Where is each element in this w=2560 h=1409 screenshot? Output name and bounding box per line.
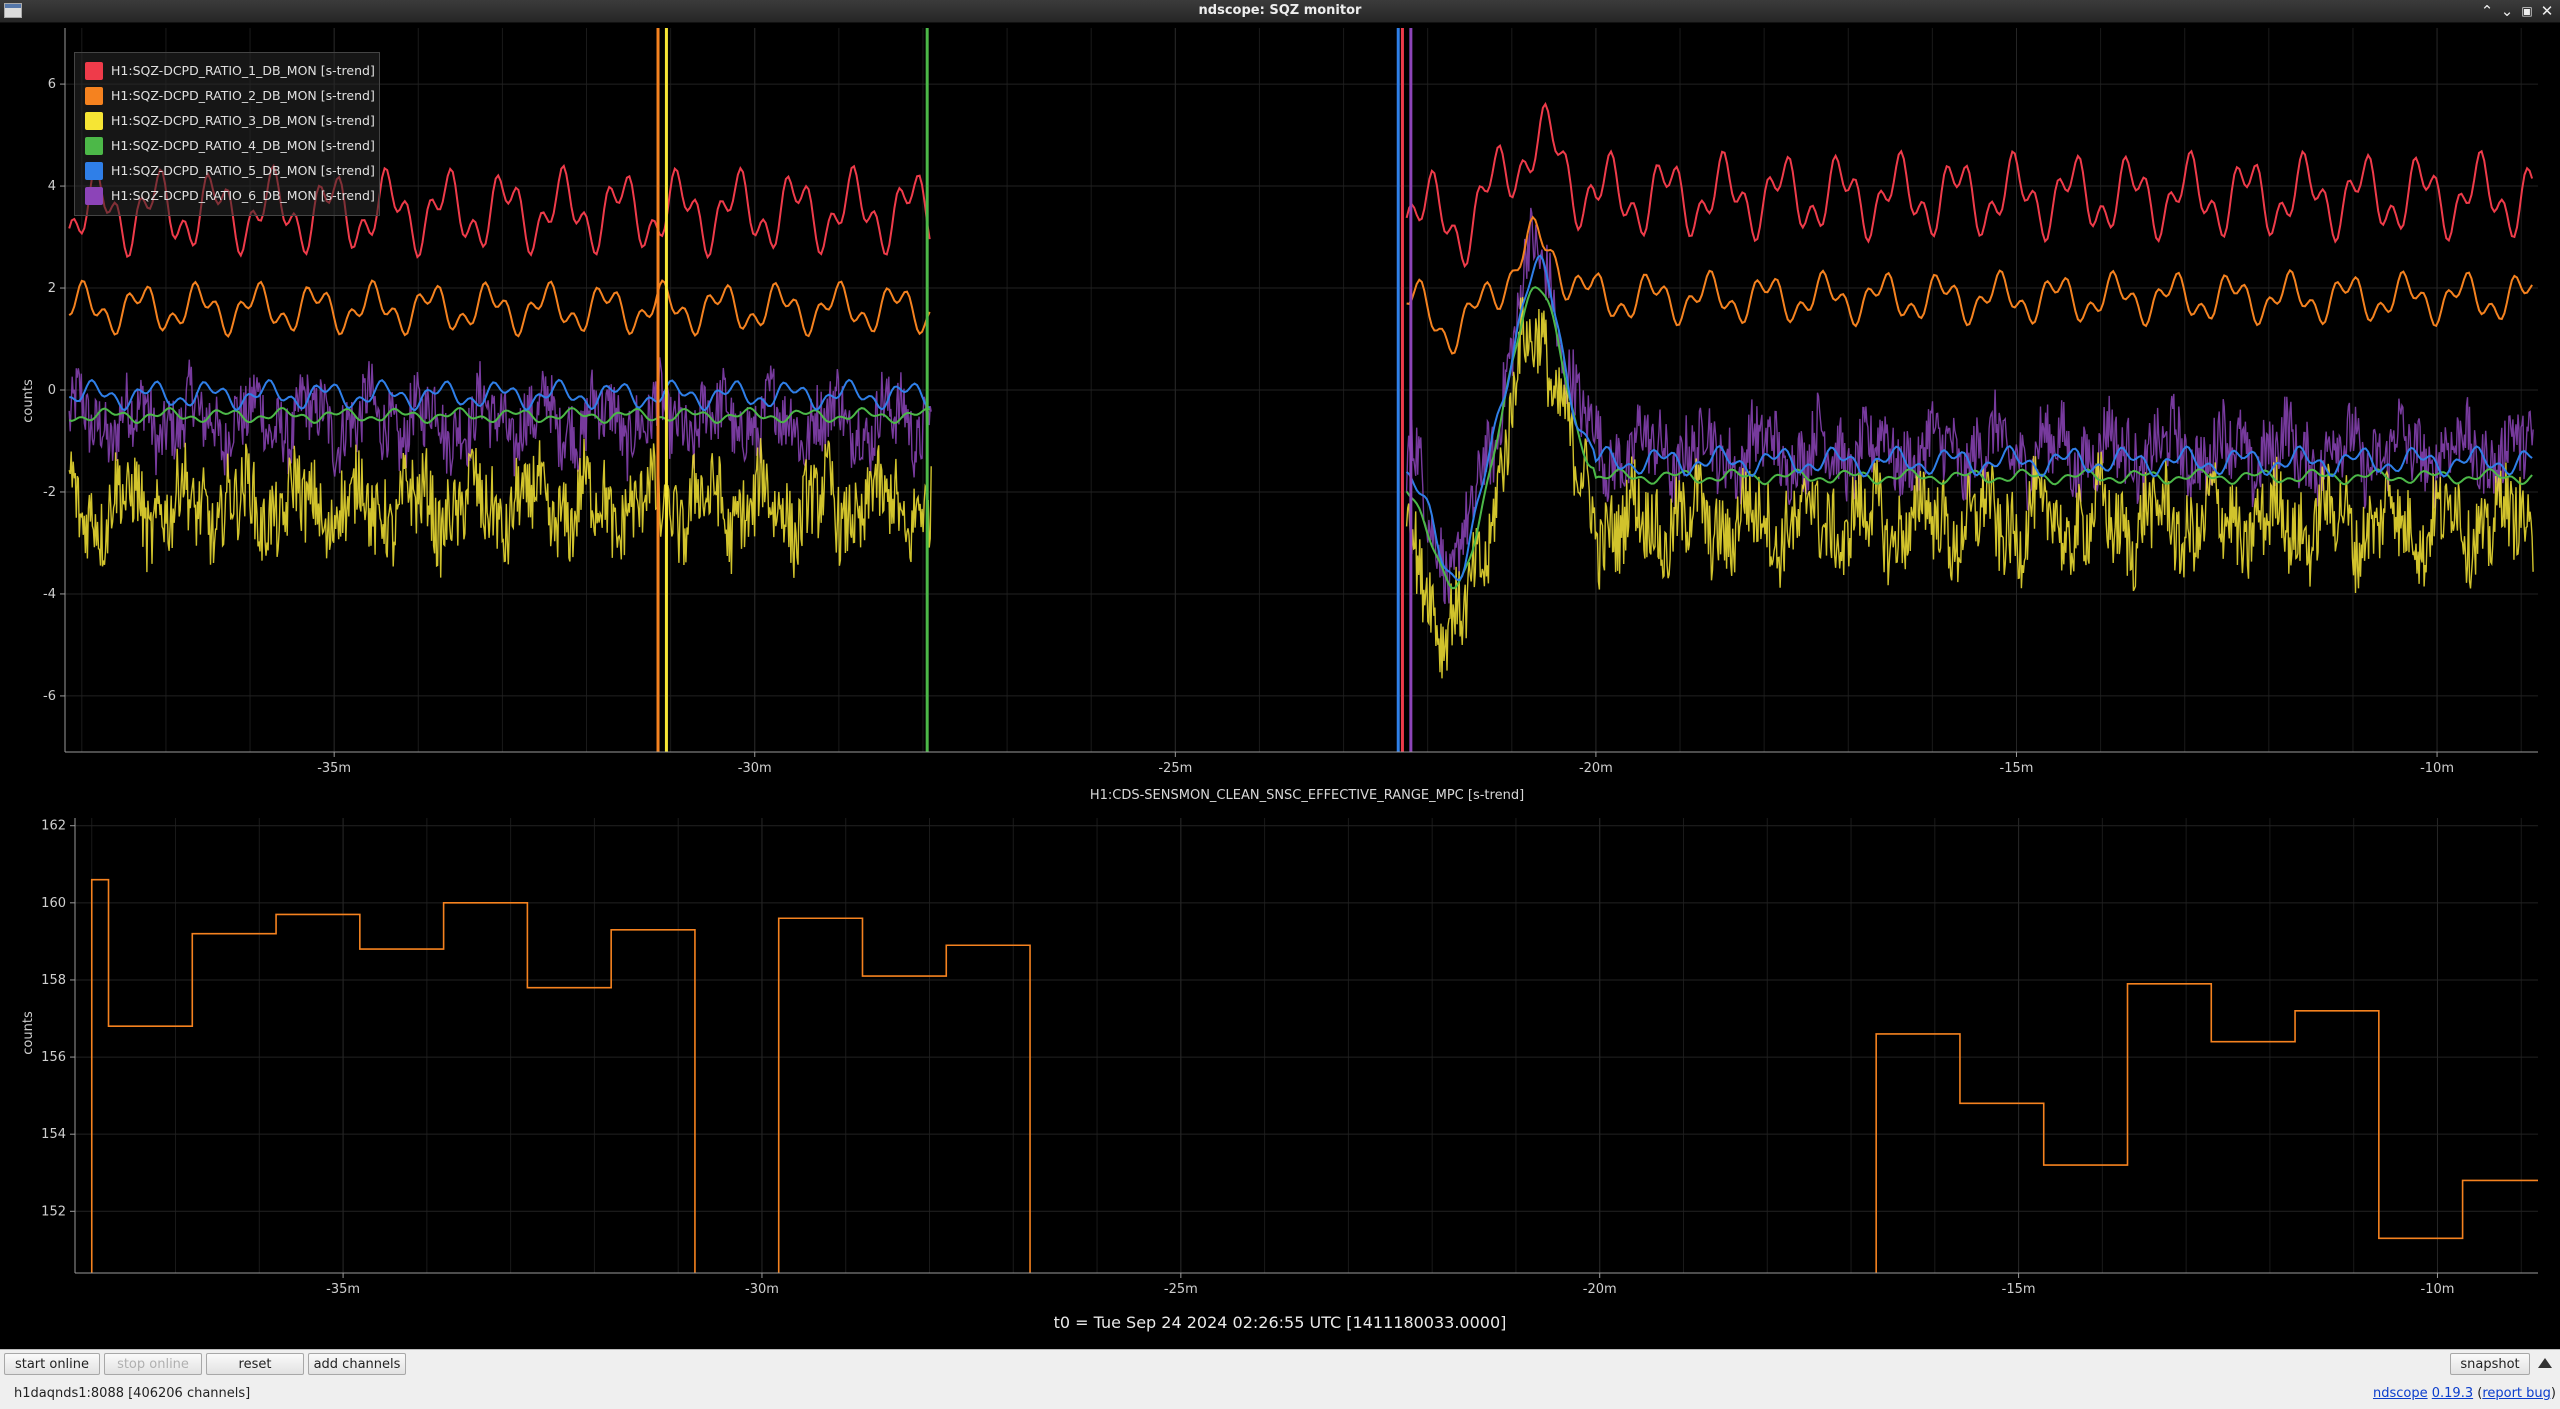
top-y-tick-label: 6 bbox=[48, 77, 56, 92]
series-line bbox=[1406, 215, 2533, 355]
bottom-x-tick-label: -35m bbox=[326, 1282, 360, 1297]
server-status: h1daqnds1:8088 [406206 channels] bbox=[14, 1386, 251, 1401]
legend-label: H1:SQZ-DCPD_RATIO_4_DB_MON [s-trend] bbox=[111, 138, 375, 153]
top-plot[interactable]: -6 -4 -2 0 2 4 6 -35m -30m -25m -20m -15m -10m count… bbox=[0, 23, 2560, 783]
reset-button[interactable]: reset bbox=[206, 1353, 304, 1375]
legend-swatch bbox=[85, 87, 103, 105]
legend-label: H1:SQZ-DCPD_RATIO_6_DB_MON [s-trend] bbox=[111, 188, 375, 203]
legend-swatch bbox=[85, 162, 103, 180]
legend-label: H1:SQZ-DCPD_RATIO_3_DB_MON [s-trend] bbox=[111, 113, 375, 128]
t0-label: t0 = Tue Sep 24 2024 02:26:55 UTC [14111… bbox=[1053, 1313, 1507, 1332]
title-bar: ndscope: SQZ monitor ⌃ ⌄ ▣ ✕ bbox=[0, 0, 2560, 23]
top-x-tick-label: -20m bbox=[1579, 761, 1613, 776]
minimize-icon[interactable]: ⌄ bbox=[2498, 2, 2516, 20]
top-y-tick-label: 2 bbox=[48, 281, 56, 296]
range-step-line bbox=[90, 878, 696, 1273]
status-bar: h1daqnds1:8088 [406206 channels] ndscope… bbox=[0, 1379, 2560, 1409]
legend-swatch bbox=[85, 187, 103, 205]
bottom-grid bbox=[75, 818, 2538, 1273]
bottom-x-tick-label: -15m bbox=[2002, 1282, 2036, 1297]
range-step-line bbox=[1875, 983, 2538, 1273]
top-x-tick-label: -10m bbox=[2420, 761, 2454, 776]
bottom-series bbox=[90, 878, 2538, 1273]
maximize-icon[interactable]: ▣ bbox=[2518, 2, 2536, 20]
bottom-y-tick-label: 152 bbox=[41, 1204, 66, 1219]
version-info: ndscope 0.19.3 (report bug) bbox=[2372, 1386, 2556, 1401]
top-y-tick-label: 4 bbox=[48, 179, 56, 194]
legend-swatch bbox=[85, 137, 103, 155]
shade-icon[interactable]: ⌃ bbox=[2478, 2, 2496, 20]
report-bug-link[interactable]: report bug bbox=[2482, 1386, 2551, 1401]
expand-arrow-icon[interactable] bbox=[2538, 1358, 2552, 1368]
window-title: ndscope: SQZ monitor bbox=[1198, 3, 1362, 18]
bottom-y-tick-label: 156 bbox=[41, 1050, 66, 1065]
bottom-x-tick-label: -30m bbox=[745, 1282, 779, 1297]
stop-online-button[interactable]: stop online bbox=[104, 1353, 202, 1375]
ndscope-link[interactable]: ndscope bbox=[2373, 1386, 2428, 1401]
top-y-tick-label: -4 bbox=[43, 587, 56, 602]
add-channels-button[interactable]: add channels bbox=[308, 1353, 406, 1375]
top-y-tick-label: -6 bbox=[43, 689, 56, 704]
bottom-plot-title: H1:CDS-SENSMON_CLEAN_SNSC_EFFECTIVE_RANG… bbox=[1090, 788, 1524, 803]
snapshot-button[interactable]: snapshot bbox=[2450, 1353, 2530, 1375]
version-link[interactable]: 0.19.3 bbox=[2432, 1386, 2473, 1401]
top-x-tick-label: -25m bbox=[1158, 761, 1192, 776]
bottom-plot[interactable]: H1:CDS-SENSMON_CLEAN_SNSC_EFFECTIVE_RANG… bbox=[0, 783, 2560, 1303]
close-icon[interactable]: ✕ bbox=[2538, 2, 2556, 20]
series-line bbox=[1405, 101, 2534, 269]
legend-label: H1:SQZ-DCPD_RATIO_1_DB_MON [s-trend] bbox=[111, 63, 375, 78]
series-line bbox=[68, 438, 932, 578]
top-ylabel: counts bbox=[21, 379, 36, 423]
bottom-y-tick-label: 162 bbox=[41, 819, 66, 834]
bottom-y-tick-label: 158 bbox=[41, 973, 66, 988]
top-axes: -6 -4 -2 0 2 4 6 -35m -30m -25m -20m -15m -10m bbox=[43, 28, 2538, 776]
top-y-tick-label: 0 bbox=[48, 383, 56, 398]
legend-label: H1:SQZ-DCPD_RATIO_2_DB_MON [s-trend] bbox=[111, 88, 375, 103]
bottom-ylabel: counts bbox=[21, 1011, 36, 1055]
legend-label: H1:SQZ-DCPD_RATIO_5_DB_MON [s-trend] bbox=[111, 163, 375, 178]
legend-swatch bbox=[85, 62, 103, 80]
top-x-tick-label: -30m bbox=[738, 761, 772, 776]
bottom-y-tick-label: 154 bbox=[41, 1127, 66, 1142]
top-x-tick-label: -35m bbox=[317, 761, 351, 776]
series-line bbox=[68, 279, 931, 338]
range-step-line bbox=[777, 917, 1031, 1273]
bottom-x-tick-label: -20m bbox=[1583, 1282, 1617, 1297]
legend-swatch bbox=[85, 112, 103, 130]
bottom-y-tick-label: 160 bbox=[41, 896, 66, 911]
top-y-tick-label: -2 bbox=[43, 485, 56, 500]
top-x-tick-label: -15m bbox=[2000, 761, 2034, 776]
toolbar: start online stop online reset add chann… bbox=[0, 1349, 2560, 1380]
top-grid bbox=[65, 28, 2538, 752]
bottom-x-tick-label: -25m bbox=[1164, 1282, 1198, 1297]
start-online-button[interactable]: start online bbox=[4, 1353, 100, 1375]
legend[interactable]: H1:SQZ-DCPD_RATIO_1_DB_MON [s-trend] H1:S… bbox=[74, 52, 380, 216]
bottom-x-tick-label: -10m bbox=[2421, 1282, 2455, 1297]
